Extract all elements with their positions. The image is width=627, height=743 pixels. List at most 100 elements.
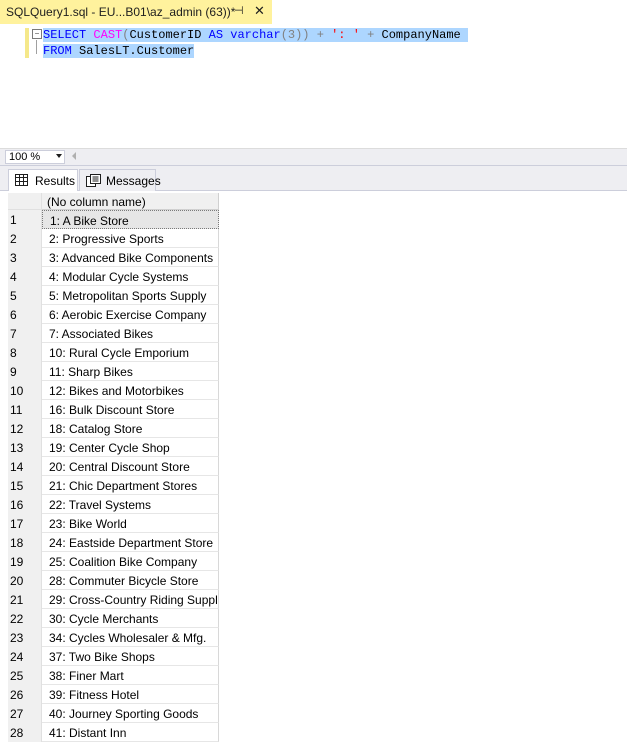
table-row[interactable]: 16 22: Travel Systems bbox=[8, 495, 219, 514]
row-number[interactable]: 10 bbox=[8, 381, 42, 400]
table-cell[interactable]: 38: Finer Mart bbox=[42, 666, 219, 685]
table-cell[interactable]: 2: Progressive Sports bbox=[42, 229, 219, 248]
table-row[interactable]: 22 30: Cycle Merchants bbox=[8, 609, 219, 628]
table-cell[interactable]: 20: Central Discount Store bbox=[42, 457, 219, 476]
chevron-down-icon[interactable] bbox=[56, 154, 62, 158]
table-cell[interactable]: 10: Rural Cycle Emporium bbox=[42, 343, 219, 362]
table-cell[interactable]: 21: Chic Department Stores bbox=[42, 476, 219, 495]
pin-icon[interactable]: ⊣ bbox=[234, 4, 244, 17]
collapse-icon[interactable]: − bbox=[32, 29, 42, 39]
table-row[interactable]: 14 20: Central Discount Store bbox=[8, 457, 219, 476]
table-cell-value: 24: Eastside Department Store bbox=[49, 536, 214, 550]
row-number[interactable]: 1 bbox=[8, 210, 42, 229]
row-number[interactable]: 5 bbox=[8, 286, 42, 305]
row-number[interactable]: 4 bbox=[8, 267, 42, 286]
scroll-left-arrow-icon[interactable] bbox=[72, 152, 76, 160]
row-number[interactable]: 16 bbox=[8, 495, 42, 514]
code-line-2[interactable]: FROM SalesLT.Customer bbox=[43, 43, 195, 59]
table-cell[interactable]: 12: Bikes and Motorbikes bbox=[42, 381, 219, 400]
table-cell[interactable]: 24: Eastside Department Store bbox=[42, 533, 219, 552]
table-cell[interactable]: 7: Associated Bikes bbox=[42, 324, 219, 343]
table-cell[interactable]: 34: Cycles Wholesaler & Mfg. bbox=[42, 628, 219, 647]
row-number[interactable]: 23 bbox=[8, 628, 42, 647]
table-cell[interactable]: 23: Bike World bbox=[42, 514, 219, 533]
table-row[interactable]: 6 6: Aerobic Exercise Company bbox=[8, 305, 219, 324]
table-row[interactable]: 25 38: Finer Mart bbox=[8, 666, 219, 685]
table-row[interactable]: 17 23: Bike World bbox=[8, 514, 219, 533]
table-row[interactable]: 3 3: Advanced Bike Components bbox=[8, 248, 219, 267]
table-cell[interactable]: 11: Sharp Bikes bbox=[42, 362, 219, 381]
row-number[interactable]: 6 bbox=[8, 305, 42, 324]
row-number[interactable]: 20 bbox=[8, 571, 42, 590]
table-row[interactable]: 9 11: Sharp Bikes bbox=[8, 362, 219, 381]
table-row[interactable]: 15 21: Chic Department Stores bbox=[8, 476, 219, 495]
row-number[interactable]: 25 bbox=[8, 666, 42, 685]
table-cell[interactable]: 29: Cross-Country Riding Supplies bbox=[42, 590, 219, 609]
row-number[interactable]: 9 bbox=[8, 362, 42, 381]
table-row[interactable]: 4 4: Modular Cycle Systems bbox=[8, 267, 219, 286]
table-cell[interactable]: 4: Modular Cycle Systems bbox=[42, 267, 219, 286]
table-row[interactable]: 5 5: Metropolitan Sports Supply bbox=[8, 286, 219, 305]
table-cell[interactable]: 28: Commuter Bicycle Store bbox=[42, 571, 219, 590]
table-cell[interactable]: 22: Travel Systems bbox=[42, 495, 219, 514]
table-row[interactable]: 28 41: Distant Inn bbox=[8, 723, 219, 742]
row-number[interactable]: 12 bbox=[8, 419, 42, 438]
row-number[interactable]: 28 bbox=[8, 723, 42, 742]
table-row[interactable]: 13 19: Center Cycle Shop bbox=[8, 438, 219, 457]
document-tab-title[interactable]: SQLQuery1.sql - EU...B01\az_admin (63))* bbox=[6, 5, 235, 19]
table-cell[interactable]: 30: Cycle Merchants bbox=[42, 609, 219, 628]
table-row[interactable]: 11 16: Bulk Discount Store bbox=[8, 400, 219, 419]
close-icon[interactable]: ✕ bbox=[254, 3, 265, 19]
table-cell[interactable]: 37: Two Bike Shops bbox=[42, 647, 219, 666]
row-number[interactable]: 24 bbox=[8, 647, 42, 666]
row-number[interactable]: 15 bbox=[8, 476, 42, 495]
zoom-dropdown[interactable]: 100 % bbox=[5, 150, 65, 164]
table-row[interactable]: 20 28: Commuter Bicycle Store bbox=[8, 571, 219, 590]
row-number[interactable]: 7 bbox=[8, 324, 42, 343]
document-tab[interactable]: SQLQuery1.sql - EU...B01\az_admin (63))*… bbox=[0, 0, 272, 24]
query-editor[interactable]: − SELECT CAST(CustomerID AS varchar(3)) … bbox=[0, 24, 627, 148]
tab-messages[interactable]: Messages bbox=[79, 169, 161, 191]
table-row[interactable]: 24 37: Two Bike Shops bbox=[8, 647, 219, 666]
table-row[interactable]: 18 24: Eastside Department Store bbox=[8, 533, 219, 552]
row-number[interactable]: 8 bbox=[8, 343, 42, 362]
row-number[interactable]: 21 bbox=[8, 590, 42, 609]
table-cell[interactable]: 1: A Bike Store bbox=[42, 210, 219, 229]
table-cell[interactable]: 19: Center Cycle Shop bbox=[42, 438, 219, 457]
row-number[interactable]: 22 bbox=[8, 609, 42, 628]
table-row[interactable]: 12 18: Catalog Store bbox=[8, 419, 219, 438]
table-cell[interactable]: 6: Aerobic Exercise Company bbox=[42, 305, 219, 324]
table-row[interactable]: 21 29: Cross-Country Riding Supplies bbox=[8, 590, 219, 609]
table-row[interactable]: 2 2: Progressive Sports bbox=[8, 229, 219, 248]
select-all-corner[interactable] bbox=[8, 193, 42, 210]
table-row[interactable]: 1 1: A Bike Store bbox=[8, 210, 219, 229]
table-cell[interactable]: 16: Bulk Discount Store bbox=[42, 400, 219, 419]
row-number[interactable]: 2 bbox=[8, 229, 42, 248]
table-row[interactable]: 19 25: Coalition Bike Company bbox=[8, 552, 219, 571]
table-cell[interactable]: 40: Journey Sporting Goods bbox=[42, 704, 219, 723]
table-row[interactable]: 23 34: Cycles Wholesaler & Mfg. bbox=[8, 628, 219, 647]
table-cell[interactable]: 18: Catalog Store bbox=[42, 419, 219, 438]
table-cell[interactable]: 41: Distant Inn bbox=[42, 723, 219, 742]
tab-results[interactable]: Results bbox=[8, 169, 78, 191]
table-row[interactable]: 10 12: Bikes and Motorbikes bbox=[8, 381, 219, 400]
column-header[interactable]: (No column name) bbox=[42, 193, 219, 210]
table-row[interactable]: 8 10: Rural Cycle Emporium bbox=[8, 343, 219, 362]
row-number[interactable]: 3 bbox=[8, 248, 42, 267]
table-cell[interactable]: 3: Advanced Bike Components bbox=[42, 248, 219, 267]
row-number[interactable]: 18 bbox=[8, 533, 42, 552]
table-cell[interactable]: 5: Metropolitan Sports Supply bbox=[42, 286, 219, 305]
row-number[interactable]: 17 bbox=[8, 514, 42, 533]
row-number[interactable]: 26 bbox=[8, 685, 42, 704]
table-row[interactable]: 26 39: Fitness Hotel bbox=[8, 685, 219, 704]
table-cell[interactable]: 25: Coalition Bike Company bbox=[42, 552, 219, 571]
code-line-1[interactable]: SELECT CAST(CustomerID AS varchar(3)) + … bbox=[43, 27, 468, 43]
table-cell[interactable]: 39: Fitness Hotel bbox=[42, 685, 219, 704]
table-row[interactable]: 27 40: Journey Sporting Goods bbox=[8, 704, 219, 723]
row-number[interactable]: 14 bbox=[8, 457, 42, 476]
row-number[interactable]: 19 bbox=[8, 552, 42, 571]
row-number[interactable]: 11 bbox=[8, 400, 42, 419]
row-number[interactable]: 13 bbox=[8, 438, 42, 457]
table-row[interactable]: 7 7: Associated Bikes bbox=[8, 324, 219, 343]
row-number[interactable]: 27 bbox=[8, 704, 42, 723]
